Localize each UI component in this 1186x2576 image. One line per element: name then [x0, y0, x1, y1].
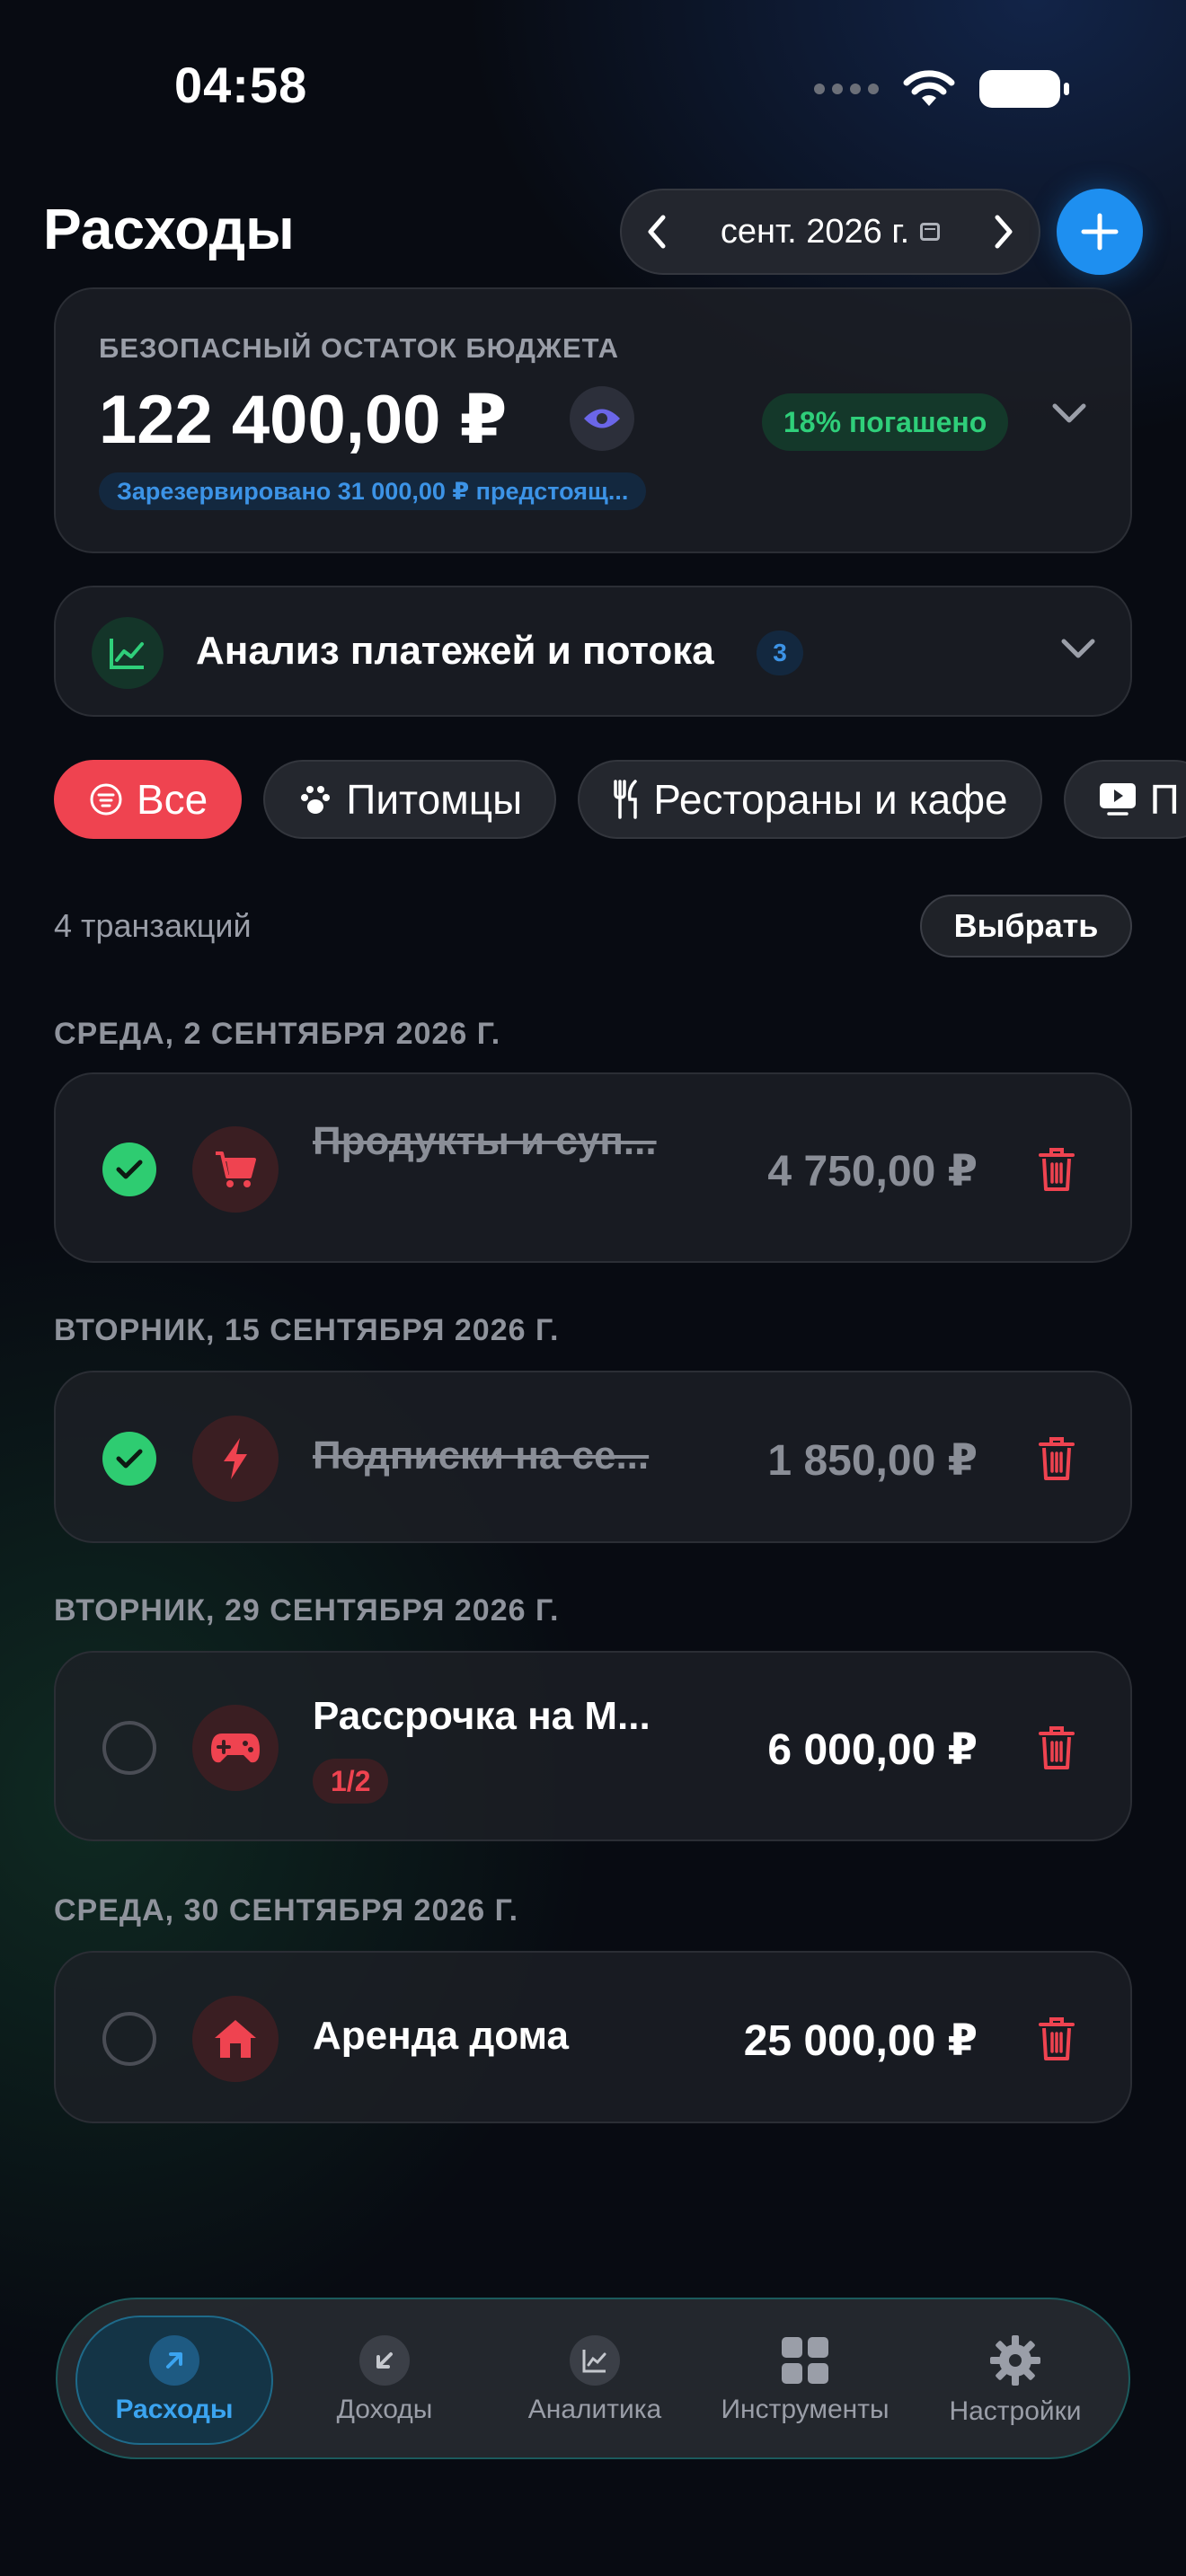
filter-chip-label: Питомцы	[346, 776, 523, 823]
category-icon	[192, 1996, 279, 2082]
tab-expenses[interactable]: Расходы	[75, 2316, 273, 2445]
calendar-icon	[920, 223, 941, 241]
signal-dots-icon	[814, 84, 879, 94]
filter-chip-subscriptions[interactable]: П	[1063, 760, 1186, 839]
trash-icon[interactable]	[1037, 1146, 1076, 1193]
month-picker[interactable]: сент. 2026 г.	[720, 212, 941, 251]
paw-icon	[301, 786, 331, 814]
filter-chip-label: Рестораны и кафе	[653, 776, 1008, 823]
date-header: ВТОРНИК, 29 СЕНТЯБРЯ 2026 Г.	[54, 1593, 560, 1628]
add-expense-button[interactable]	[1057, 189, 1143, 275]
analysis-label: Анализ платежей и потока	[196, 629, 714, 673]
filter-chip-pets[interactable]: Питомцы	[263, 760, 557, 839]
select-button[interactable]: Выбрать	[920, 895, 1132, 957]
chevron-right-icon[interactable]	[992, 214, 1015, 250]
status-icons	[814, 68, 1069, 110]
transaction-amount: 6 000,00 ₽	[767, 1726, 978, 1774]
transaction-count: 4 транзакций	[54, 907, 252, 944]
eye-icon	[584, 409, 620, 428]
checkmark-icon	[116, 1449, 143, 1469]
trash-icon[interactable]	[1037, 2016, 1076, 2062]
battery-icon	[979, 70, 1069, 108]
arrow-down-left-icon	[359, 2335, 410, 2386]
paid-checkbox[interactable]	[102, 1142, 156, 1196]
transaction-amount: 1 850,00 ₽	[767, 1437, 978, 1485]
grid-icon	[782, 2337, 828, 2384]
tab-label: Расходы	[115, 2395, 234, 2424]
budget-card[interactable]: БЕЗОПАСНЫЙ ОСТАТОК БЮДЖЕТА 122 400,00 ₽ …	[54, 287, 1132, 553]
category-icon	[192, 1416, 279, 1502]
category-icon	[192, 1705, 279, 1791]
budget-amount: 122 400,00 ₽	[99, 382, 508, 458]
date-header: ВТОРНИК, 15 СЕНТЯБРЯ 2026 Г.	[54, 1313, 560, 1347]
tab-label: Инструменты	[721, 2395, 890, 2424]
chevron-down-icon[interactable]	[1051, 402, 1087, 424]
reserved-badge: Зарезервировано 31 000,00 ₽ предстоящ...	[99, 472, 647, 510]
installment-badge: 1/2	[313, 1759, 389, 1804]
tab-tools[interactable]: Инструменты	[706, 2316, 904, 2445]
fork-knife-icon	[614, 780, 637, 819]
chart-icon	[570, 2335, 620, 2386]
transaction-name: Продукты и суп...	[313, 1119, 657, 1163]
tab-settings[interactable]: Настройки	[916, 2316, 1114, 2445]
status-time: 04:58	[174, 57, 308, 113]
transaction-amount: 25 000,00 ₽	[743, 2017, 978, 2065]
category-icon	[192, 1126, 279, 1213]
tab-bar: Расходы Доходы Аналитика Инструменты Нас…	[56, 2298, 1130, 2459]
toggle-visibility-button[interactable]	[570, 386, 634, 451]
chevron-left-icon[interactable]	[645, 214, 668, 250]
paid-checkbox[interactable]	[102, 1721, 156, 1775]
date-header: СРЕДА, 2 СЕНТЯБРЯ 2026 Г.	[54, 1017, 501, 1051]
filter-chip-all[interactable]: Все	[54, 760, 243, 839]
cart-icon	[216, 1151, 256, 1187]
list-icon	[90, 783, 122, 816]
arrow-up-right-icon	[149, 2335, 199, 2386]
tab-label: Настройки	[949, 2396, 1082, 2426]
transaction-row[interactable]: Рассрочка на М... 1/2 6 000,00 ₽	[54, 1651, 1132, 1841]
trash-icon[interactable]	[1037, 1435, 1076, 1482]
play-icon	[1099, 783, 1136, 816]
plus-icon	[1081, 213, 1119, 251]
filter-chip-label: П	[1149, 776, 1180, 823]
lightning-icon	[224, 1438, 247, 1479]
transaction-name: Аренда дома	[313, 2014, 569, 2058]
tab-income[interactable]: Доходы	[286, 2316, 483, 2445]
budget-caption: БЕЗОПАСНЫЙ ОСТАТОК БЮДЖЕТА	[99, 332, 619, 364]
transaction-row[interactable]: Подписки на се... 1 850,00 ₽	[54, 1371, 1132, 1543]
filter-chip-restaurants[interactable]: Рестораны и кафе	[578, 760, 1042, 839]
page-title: Расходы	[43, 197, 295, 261]
filter-chip-label: Все	[137, 776, 208, 823]
house-icon	[215, 2020, 256, 2058]
category-filter-bar: Все Питомцы Рестораны и кафе П	[54, 760, 1186, 839]
checkmark-icon	[116, 1160, 143, 1179]
chart-icon	[92, 617, 164, 689]
tab-label: Аналитика	[527, 2395, 662, 2424]
month-label: сент. 2026 г.	[720, 212, 910, 251]
paid-checkbox[interactable]	[102, 2012, 156, 2066]
tab-analytics[interactable]: Аналитика	[496, 2316, 694, 2445]
transaction-row[interactable]: Аренда дома 25 000,00 ₽	[54, 1951, 1132, 2123]
paid-checkbox[interactable]	[102, 1432, 156, 1486]
payment-analysis-card[interactable]: Анализ платежей и потока 3	[54, 586, 1132, 717]
chevron-down-icon	[1061, 639, 1095, 658]
transaction-name: Рассрочка на М...	[313, 1694, 651, 1738]
month-selector: сент. 2026 г.	[620, 189, 1040, 275]
transaction-amount: 4 750,00 ₽	[767, 1148, 978, 1195]
analysis-count-badge: 3	[757, 631, 803, 675]
date-header: СРЕДА, 30 СЕНТЯБРЯ 2026 Г.	[54, 1893, 519, 1928]
transaction-row[interactable]: Продукты и суп... 4 750,00 ₽	[54, 1072, 1132, 1263]
gamepad-icon	[211, 1734, 260, 1763]
wifi-icon	[903, 70, 955, 106]
trash-icon[interactable]	[1037, 1725, 1076, 1771]
tab-label: Доходы	[336, 2395, 433, 2424]
gear-icon	[990, 2335, 1040, 2386]
paid-badge: 18% погашено	[762, 393, 1009, 451]
transaction-name: Подписки на се...	[313, 1434, 650, 1478]
